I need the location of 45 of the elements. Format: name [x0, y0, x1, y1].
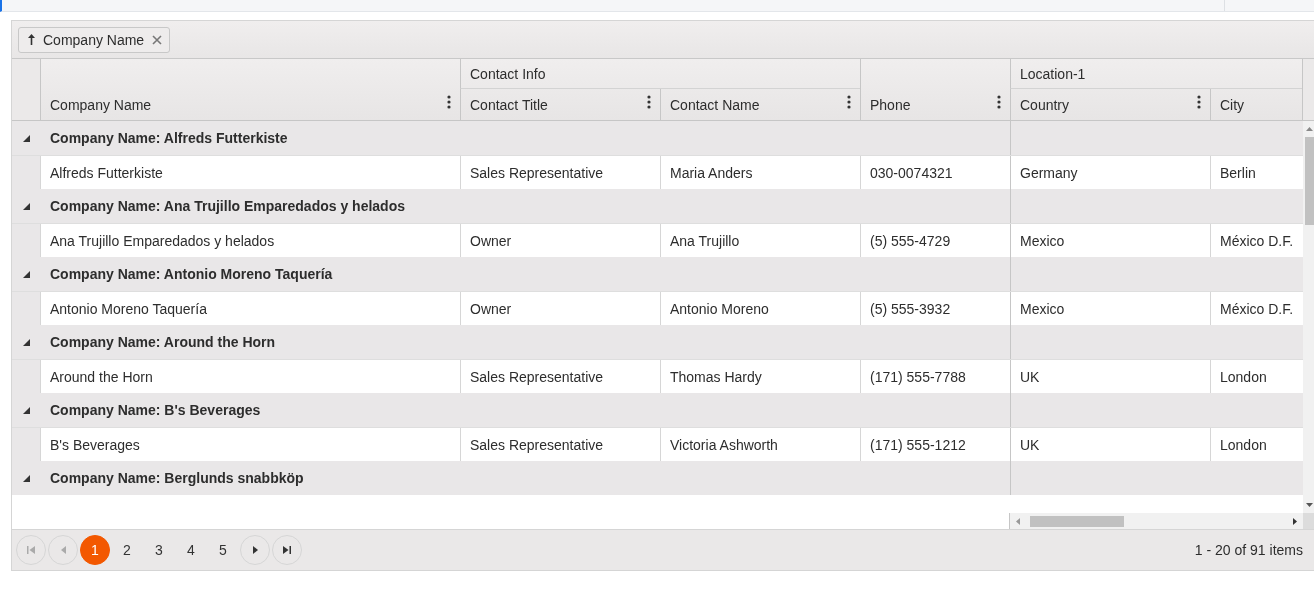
scroll-up-icon[interactable]	[1305, 127, 1313, 131]
table-row[interactable]: Antonio Moreno Taquería Owner Antonio Moreno (5) 555-3932 Mexico México D.F.	[12, 291, 1303, 325]
scroll-down-icon[interactable]	[1305, 503, 1313, 507]
sort-up-icon[interactable]	[28, 34, 35, 45]
page-summary: 1 - 20 of 91 items	[1194, 542, 1303, 558]
vertical-scrollbar[interactable]	[1303, 121, 1314, 513]
scrollbar-thumb[interactable]	[1304, 137, 1314, 225]
more-icon[interactable]	[847, 95, 851, 109]
column-header[interactable]: Contact Name	[660, 89, 860, 120]
more-icon[interactable]	[447, 95, 451, 109]
table-row[interactable]: Alfreds Futterkiste Sales Representative Maria Anders 030-0074321 Germany Berlin	[12, 155, 1303, 189]
expanded-icon[interactable]	[22, 474, 30, 482]
page-button[interactable]: 5	[208, 535, 238, 565]
page-button[interactable]: 2	[112, 535, 142, 565]
column-header[interactable]: Country	[1010, 89, 1210, 120]
group-header: Company Name: Ana Trujillo Emparedados y helados	[49, 197, 406, 216]
column-header[interactable]: Contact Title	[460, 89, 660, 120]
expanded-icon[interactable]	[22, 270, 30, 278]
scroll-right-icon[interactable]	[1293, 517, 1297, 525]
group-header: Company Name: Around the Horn	[49, 333, 277, 352]
table-row[interactable]: Ana Trujillo Emparedados y helados Owner Ana Trujillo (5) 555-4729 Mexico México D.F.	[12, 223, 1303, 257]
group-header: Company Name: Berglunds snabbköp	[49, 469, 305, 488]
more-icon[interactable]	[997, 95, 1001, 109]
column-header[interactable]: Phone	[860, 59, 1010, 120]
next-page-icon[interactable]	[252, 546, 258, 554]
close-icon[interactable]	[152, 34, 163, 45]
expanded-icon[interactable]	[22, 338, 30, 346]
column-group-header: Contact Info	[460, 59, 860, 89]
group-header: Company Name: Antonio Moreno Taquería	[49, 265, 334, 284]
column-header[interactable]: Company Name	[40, 59, 460, 120]
table-row[interactable]: B's Beverages Sales Representative Victoria Ashworth (171) 555-1212 UK London	[12, 427, 1303, 461]
scrollbar-thumb[interactable]	[1030, 515, 1124, 527]
expanded-icon[interactable]	[22, 134, 30, 142]
expanded-icon[interactable]	[22, 406, 30, 414]
more-icon[interactable]	[647, 95, 651, 109]
table-row[interactable]: Around the Horn Sales Representative Thomas Hardy (171) 555-7788 UK London	[12, 359, 1303, 393]
expanded-icon[interactable]	[22, 202, 30, 210]
horizontal-scrollbar[interactable]	[1009, 513, 1303, 529]
page-button[interactable]: 3	[144, 535, 174, 565]
page-button[interactable]: 4	[176, 535, 206, 565]
group-header: Company Name: B's Beverages	[49, 401, 262, 420]
last-page-icon[interactable]	[283, 546, 291, 554]
group-chip[interactable]: Company Name	[18, 26, 171, 53]
more-icon[interactable]	[1197, 95, 1201, 109]
group-header: Company Name: Alfreds Futterkiste	[49, 129, 289, 148]
